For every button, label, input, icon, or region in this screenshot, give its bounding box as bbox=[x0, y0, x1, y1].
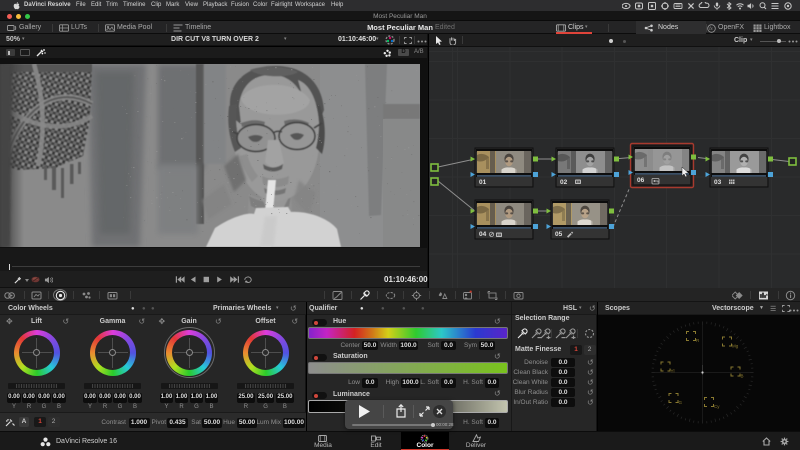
svg-text:Cy: Cy bbox=[714, 404, 720, 409]
svg-text:Mg: Mg bbox=[732, 344, 739, 349]
svg-text:Yl: Yl bbox=[671, 369, 675, 374]
svg-text:R: R bbox=[696, 338, 700, 343]
svg-text:G: G bbox=[679, 400, 683, 405]
svg-text:fx: fx bbox=[709, 26, 713, 31]
svg-text:05: 05 bbox=[555, 231, 563, 238]
svg-text:02: 02 bbox=[560, 179, 568, 186]
svg-text:B: B bbox=[741, 374, 744, 379]
svg-text:06: 06 bbox=[637, 177, 645, 184]
svg-text:01: 01 bbox=[479, 179, 487, 186]
svg-text:03: 03 bbox=[714, 179, 722, 186]
svg-text:04: 04 bbox=[479, 231, 487, 238]
